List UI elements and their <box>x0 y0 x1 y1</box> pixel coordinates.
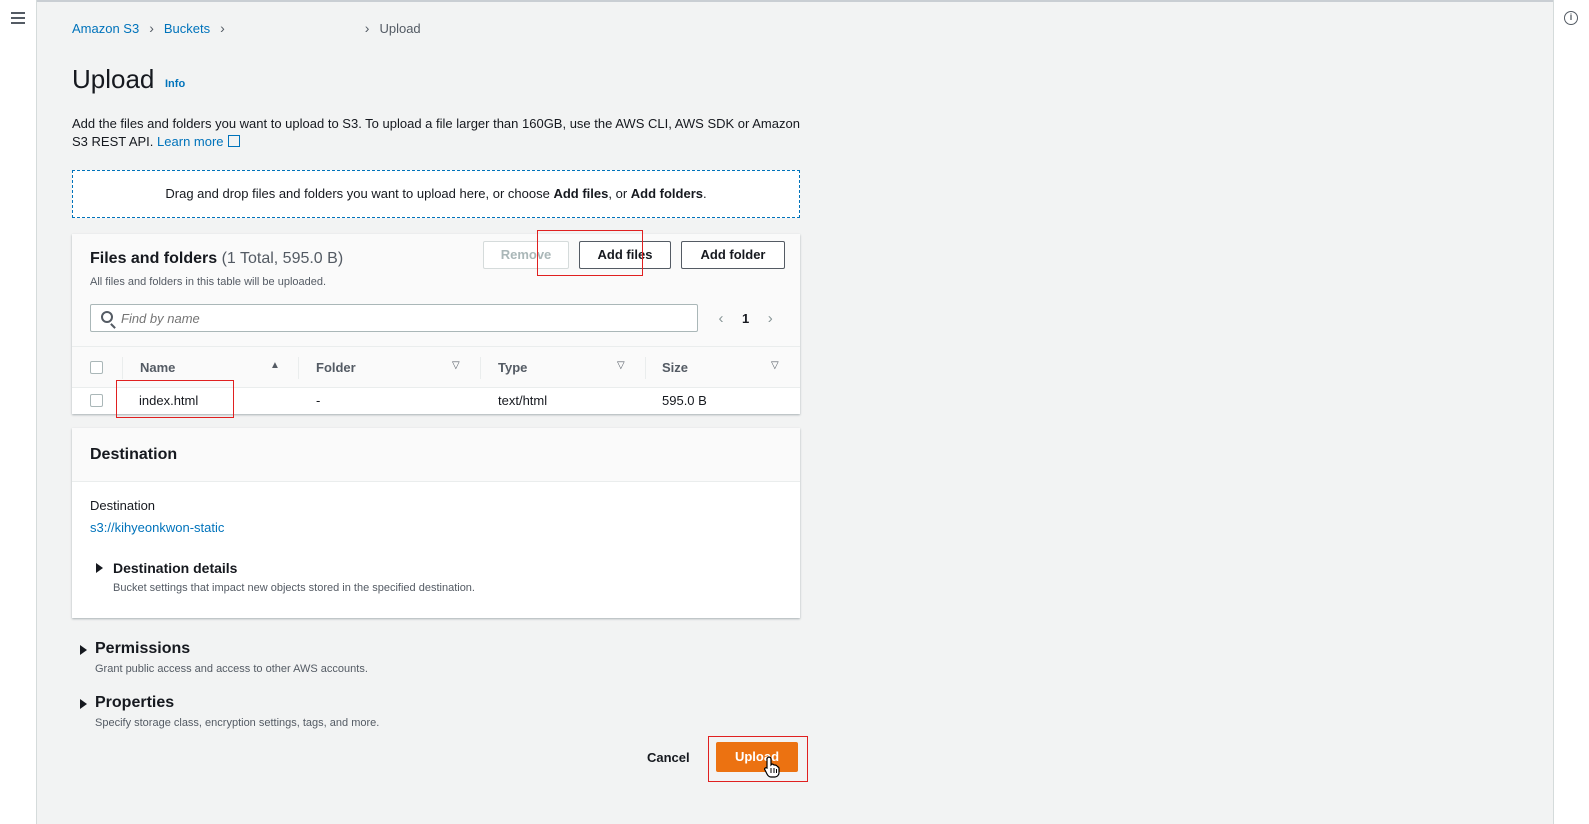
column-divider <box>122 357 123 379</box>
caret-right-icon[interactable] <box>80 645 87 655</box>
chevron-left-icon[interactable]: ‹ <box>714 310 728 327</box>
dropzone-end: . <box>703 186 707 201</box>
dropzone-add-folders: Add folders <box>630 186 703 201</box>
chevron-right-icon: › <box>149 20 154 36</box>
sort-icon[interactable]: ▽ <box>771 360 779 371</box>
destination-details-subtitle: Bucket settings that impact new objects … <box>113 582 475 594</box>
properties-toggle[interactable]: Properties <box>95 694 174 712</box>
highlight-box-add-files <box>537 230 643 276</box>
sort-icon[interactable]: ▽ <box>452 360 460 371</box>
cell-type: text/html <box>498 393 548 408</box>
column-divider <box>298 357 299 379</box>
main-content: Amazon S3 › Buckets › › Upload Upload In… <box>37 2 1553 824</box>
info-link[interactable]: Info <box>165 78 185 90</box>
drop-zone[interactable]: Drag and drop files and folders you want… <box>72 170 800 218</box>
highlight-box-index-html <box>116 380 234 418</box>
breadcrumb: Amazon S3 › Buckets › › Upload <box>72 20 421 36</box>
page-description: Add the files and folders you want to up… <box>72 115 812 151</box>
destination-link[interactable]: s3://kihyeonkwon-static <box>90 520 224 535</box>
external-link-icon <box>227 135 240 147</box>
column-header-folder[interactable]: Folder <box>316 360 356 375</box>
search-box <box>90 304 698 332</box>
page-number[interactable]: 1 <box>742 311 749 326</box>
files-panel-header: Files and folders (1 Total, 595.0 B) All… <box>72 234 800 346</box>
search-icon <box>101 311 113 323</box>
permissions-subtitle: Grant public access and access to other … <box>95 663 368 675</box>
dropzone-text: Drag and drop files and folders you want… <box>165 186 554 201</box>
properties-subtitle: Specify storage class, encryption settin… <box>95 717 380 729</box>
destination-details-toggle[interactable]: Destination details <box>113 560 237 576</box>
dropzone-separator: , or <box>608 186 631 201</box>
column-divider <box>645 357 646 379</box>
app-frame: i Amazon S3 › Buckets › › Upload Upload … <box>0 0 1589 824</box>
column-divider <box>480 357 481 379</box>
search-input[interactable] <box>121 305 681 331</box>
sort-icon[interactable]: ▽ <box>617 360 625 371</box>
add-folder-button[interactable]: Add folder <box>681 241 785 269</box>
cell-folder: - <box>316 393 321 408</box>
files-subtitle: All files and folders in this table will… <box>90 276 327 288</box>
files-title-text: Files and folders <box>90 250 218 267</box>
chevron-right-icon: › <box>220 20 225 36</box>
breadcrumb-amazon-s3[interactable]: Amazon S3 <box>72 21 139 36</box>
destination-title: Destination <box>90 446 178 463</box>
highlight-box-upload <box>708 736 808 782</box>
cancel-button[interactable]: Cancel <box>647 750 690 765</box>
files-title: Files and folders (1 Total, 595.0 B) <box>90 250 343 268</box>
info-icon[interactable]: i <box>1564 11 1578 25</box>
column-header-name[interactable]: Name <box>140 360 175 375</box>
pagination: ‹ 1 › <box>714 310 777 327</box>
breadcrumb-buckets[interactable]: Buckets <box>164 21 210 36</box>
sort-ascending-icon[interactable]: ▲ <box>270 360 280 371</box>
learn-more-link[interactable]: Learn more <box>157 134 223 149</box>
chevron-right-icon[interactable]: › <box>763 310 777 327</box>
left-navigation-rail <box>0 0 37 824</box>
caret-right-icon[interactable] <box>80 699 87 709</box>
dropzone-add-files: Add files <box>553 186 609 201</box>
permissions-toggle[interactable]: Permissions <box>95 640 190 658</box>
caret-right-icon[interactable] <box>96 563 103 573</box>
destination-panel: Destination Destination s3://kihyeonkwon… <box>72 428 800 618</box>
cell-size: 595.0 B <box>662 393 707 408</box>
column-header-size[interactable]: Size <box>662 360 688 375</box>
row-checkbox[interactable] <box>90 394 103 407</box>
column-header-type[interactable]: Type <box>498 360 527 375</box>
destination-header: Destination <box>72 428 800 482</box>
files-count: (1 Total, 595.0 B) <box>221 250 344 267</box>
page-title: Upload <box>72 64 155 94</box>
menu-icon[interactable] <box>11 12 25 24</box>
chevron-right-icon: › <box>364 20 370 36</box>
destination-label: Destination <box>90 498 156 513</box>
select-all-checkbox[interactable] <box>90 361 103 374</box>
breadcrumb-upload: Upload <box>379 20 421 36</box>
right-tools-rail: i <box>1553 0 1589 824</box>
